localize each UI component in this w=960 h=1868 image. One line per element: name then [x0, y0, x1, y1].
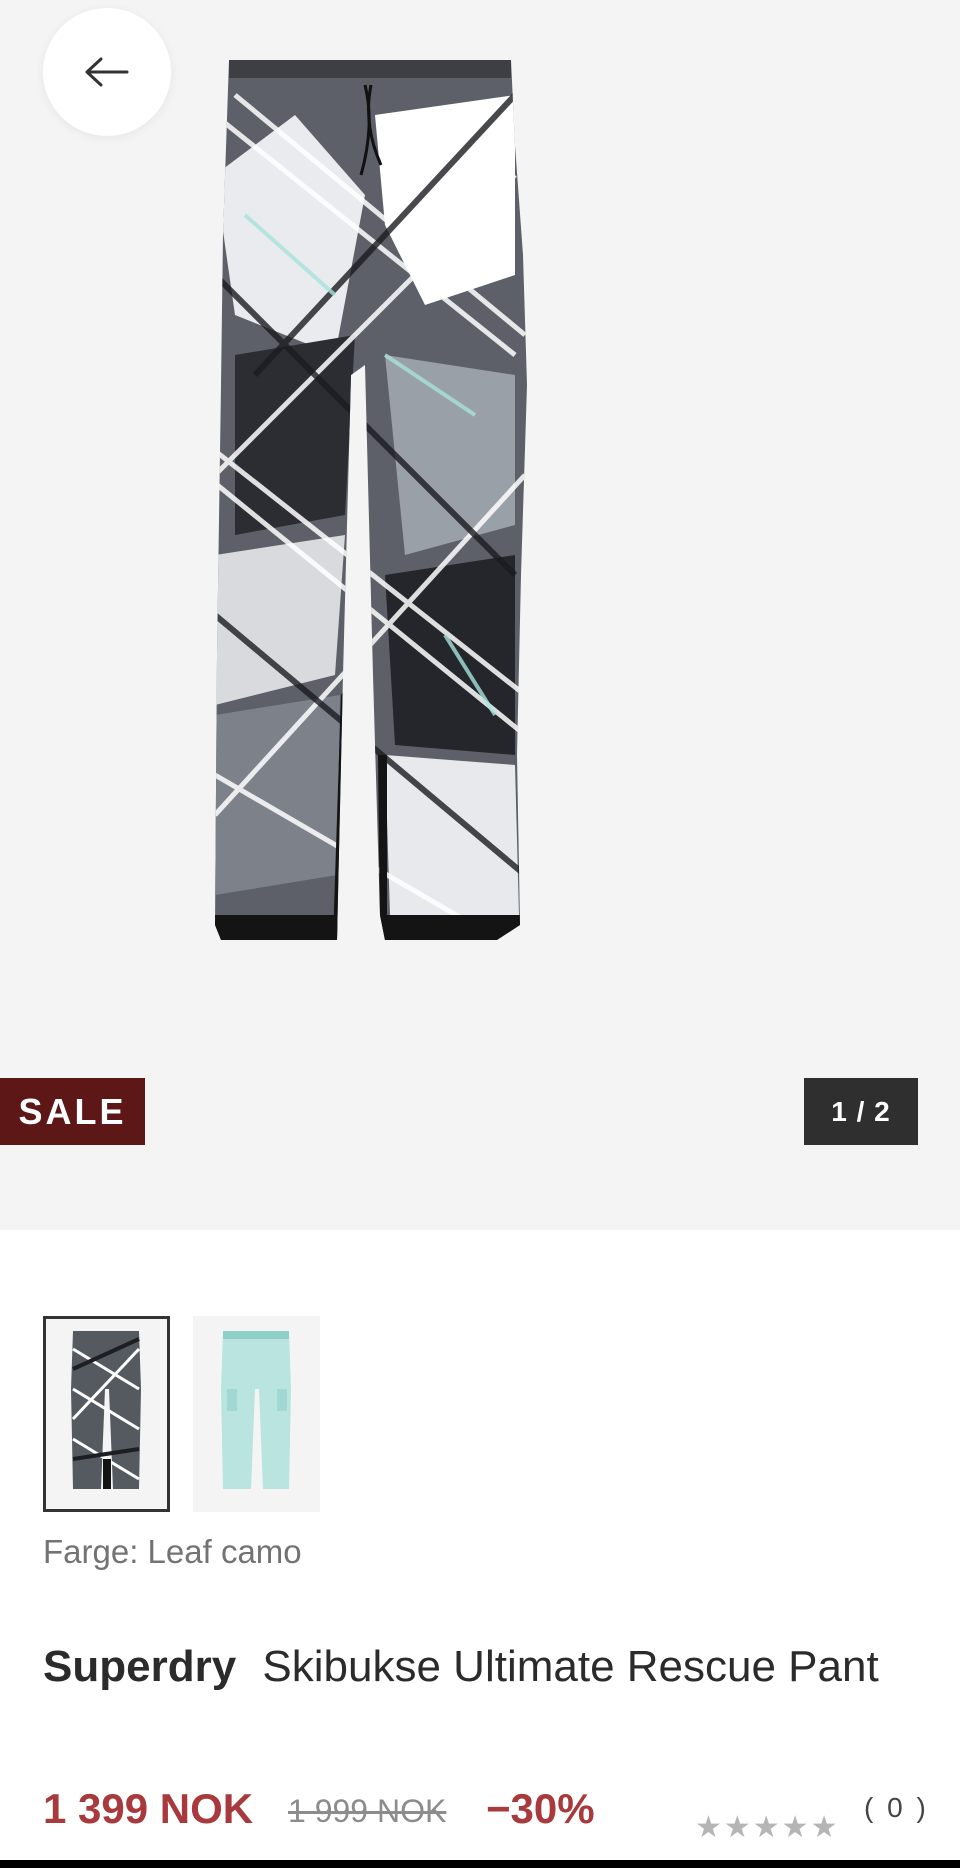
product-image-gallery[interactable]: SALE 1 / 2 — [0, 0, 960, 1230]
rating-stars[interactable]: ★★★★★ — [695, 1810, 839, 1845]
arrow-left-icon — [85, 57, 129, 87]
image-pager: 1 / 2 — [804, 1078, 918, 1145]
product-image[interactable] — [215, 55, 625, 1135]
back-button[interactable] — [43, 8, 171, 136]
variant-thumbnail-mint[interactable] — [193, 1316, 320, 1512]
sale-badge: SALE — [0, 1078, 145, 1145]
product-name: Skibukse Ultimate Rescue Pant — [262, 1642, 879, 1691]
mint-pants-thumbnail — [220, 1331, 291, 1489]
current-price: 1 399 NOK — [43, 1785, 254, 1832]
product-title: Superdry Skibukse Ultimate Rescue Pant — [43, 1638, 903, 1696]
bottom-bar — [0, 1860, 960, 1868]
leaf-camo-pants-thumbnail — [70, 1331, 141, 1489]
product-brand[interactable]: Superdry — [43, 1642, 236, 1691]
variant-thumbnail-leaf-camo[interactable] — [43, 1316, 170, 1512]
original-price: 1 999 NOK — [288, 1793, 447, 1829]
discount-percent: −30% — [486, 1785, 595, 1832]
selected-color-label: Farge: Leaf camo — [43, 1533, 302, 1570]
review-count[interactable]: ( 0 ) — [864, 1792, 929, 1824]
